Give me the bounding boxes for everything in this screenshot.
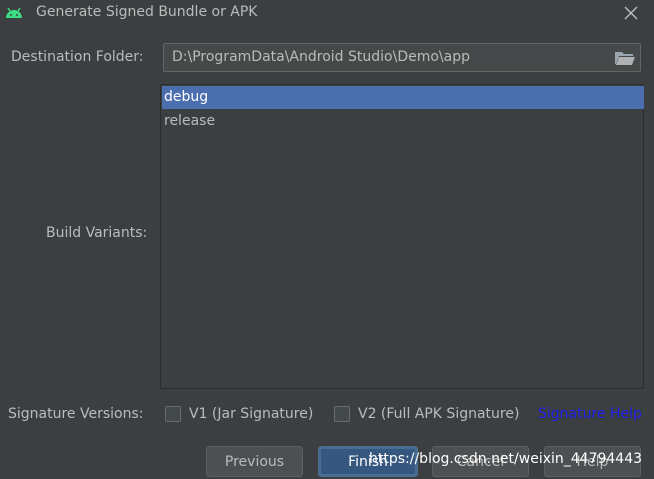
v1-signature-label[interactable]: V1 (Jar Signature) [189,406,313,422]
destination-folder-field[interactable]: D:\ProgramData\Android Studio\Demo\app [163,43,641,72]
close-button[interactable] [620,3,642,23]
build-variants-label: Build Variants: [46,225,148,241]
v2-signature-label[interactable]: V2 (Full APK Signature) [358,406,519,422]
destination-folder-value[interactable]: D:\ProgramData\Android Studio\Demo\app [172,49,470,65]
signature-versions-label: Signature Versions: [8,406,144,422]
previous-button[interactable]: Previous [206,446,303,477]
watermark-text: https://blog.csdn.net/weixin_44794443 [369,451,643,467]
signature-help-link[interactable]: Signature Help [538,406,642,422]
list-item-debug[interactable]: debug [162,86,644,109]
close-icon [624,6,638,20]
title-bar: Generate Signed Bundle or APK [0,0,654,26]
window-title: Generate Signed Bundle or APK [36,4,258,20]
android-icon [6,7,22,18]
build-variants-list[interactable]: debug release [160,84,644,389]
folder-open-icon[interactable] [614,50,636,66]
destination-folder-label: Destination Folder: [11,49,144,65]
v2-signature-checkbox[interactable] [334,406,350,422]
list-item-release[interactable]: release [162,110,644,133]
v1-signature-checkbox[interactable] [165,406,181,422]
